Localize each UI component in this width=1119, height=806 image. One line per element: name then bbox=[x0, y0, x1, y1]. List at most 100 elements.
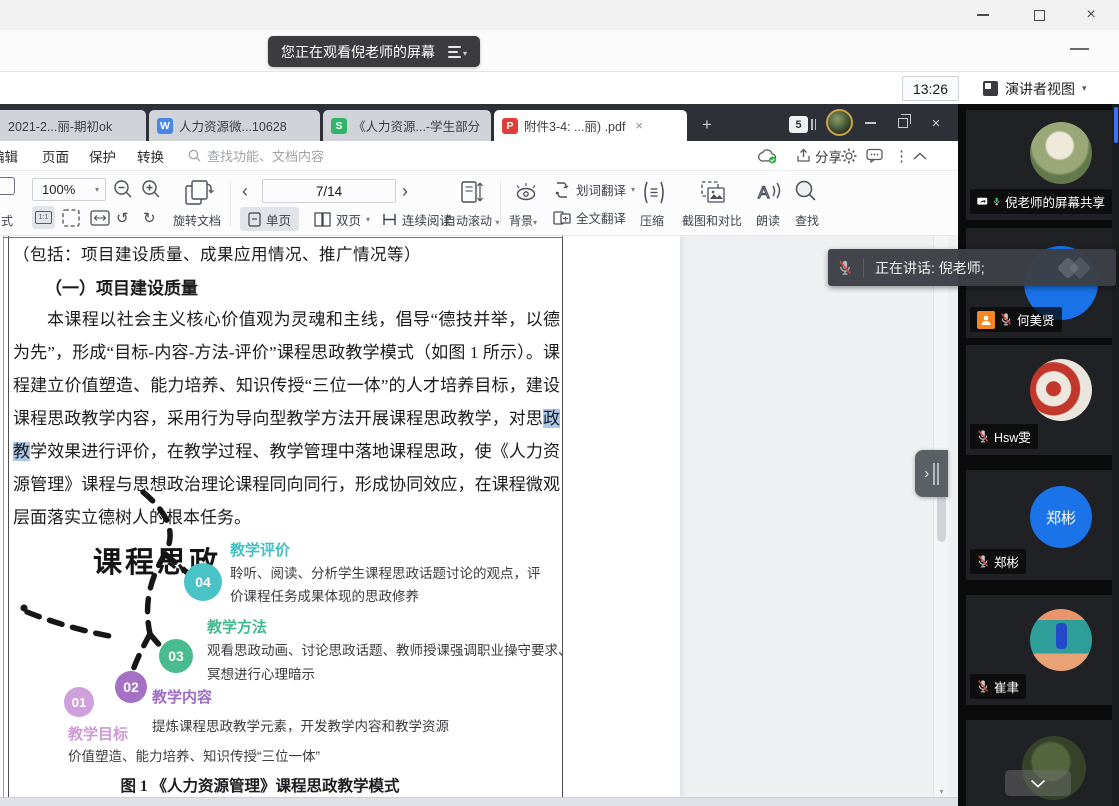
zoom-select[interactable]: 100% ▾ bbox=[32, 178, 106, 201]
doc-tab-4-active[interactable]: P 附件3-4: ...丽) .pdf × bbox=[494, 110, 687, 141]
pdf-minimize-button[interactable] bbox=[858, 111, 882, 135]
participant-tile-teacher[interactable]: 倪老师的屏幕共享 bbox=[966, 110, 1112, 220]
doc-tab-2[interactable]: W 人力资源微...10628 bbox=[149, 110, 320, 141]
single-page-button[interactable]: 单页 bbox=[240, 207, 299, 231]
double-page-icon bbox=[314, 212, 331, 227]
read-aloud-label[interactable]: 朗读 bbox=[756, 212, 780, 229]
find-icon[interactable] bbox=[794, 179, 818, 203]
pdf-window: 2021-2...丽-期初ok W 人力资源微...10628 S 《人力资源.… bbox=[0, 104, 958, 806]
compress-label[interactable]: 压缩 bbox=[640, 212, 664, 229]
tab-list-button[interactable]: 5 bbox=[789, 116, 816, 133]
screen: × 您正在观看倪老师的屏幕 ▾ 13:26 演讲者视图 ▾ 2021-2...丽 bbox=[0, 0, 1119, 806]
restore-icon bbox=[898, 118, 908, 128]
participant-name: 郑彬 bbox=[994, 552, 1019, 571]
toast-menu-button[interactable]: ▾ bbox=[448, 46, 467, 58]
rotate-document-label[interactable]: 旋转文档 bbox=[173, 212, 221, 229]
prev-page-button[interactable]: ‹ bbox=[242, 181, 248, 202]
window-minimize-button[interactable] bbox=[966, 0, 1000, 30]
one-to-one-icon: 1:1 bbox=[35, 211, 52, 224]
find-label[interactable]: 查找 bbox=[795, 212, 819, 229]
view-mode-select[interactable]: 演讲者视图 ▾ bbox=[983, 76, 1087, 101]
background-label[interactable]: 背景▾ bbox=[509, 212, 537, 229]
share-icon bbox=[796, 148, 811, 163]
meeting-watermark-logo bbox=[1058, 256, 1098, 280]
auto-scroll-label[interactable]: 自动滚动 ▾ bbox=[444, 212, 499, 229]
screen-share-icon bbox=[977, 195, 988, 208]
pdf-close-button[interactable]: × bbox=[924, 111, 948, 135]
pdf-page: （包括：项目建设质量、成果应用情况、推广情况等） （一）项目建设质量 本课程以社… bbox=[0, 236, 680, 797]
screenshot-compare-icon[interactable] bbox=[700, 180, 726, 204]
comment-icon bbox=[866, 148, 883, 163]
menu-page[interactable]: 页面 bbox=[42, 141, 69, 170]
scroll-more-participants-button[interactable] bbox=[1005, 770, 1071, 796]
more-button[interactable]: ⋮ bbox=[894, 141, 909, 170]
feedback-button[interactable] bbox=[866, 141, 883, 170]
page-indicator-input[interactable]: 7/14 bbox=[262, 179, 396, 203]
chevron-down-icon bbox=[1030, 779, 1046, 788]
diagram-desc: 提炼课程思政教学元素，开发教学内容和教学资源 bbox=[152, 715, 449, 735]
menu-convert[interactable]: 转换 bbox=[137, 141, 164, 170]
avatar bbox=[1030, 609, 1092, 671]
window-close-button[interactable]: × bbox=[1074, 0, 1108, 30]
scrollbar-down-arrow[interactable]: ▾ bbox=[934, 787, 949, 796]
gear-icon bbox=[841, 148, 857, 164]
next-page-button[interactable]: › bbox=[402, 181, 408, 202]
read-mode-icon-partial[interactable] bbox=[0, 177, 15, 195]
pdf-tabbar: 2021-2...丽-期初ok W 人力资源微...10628 S 《人力资源.… bbox=[0, 104, 958, 141]
zoom-in-button[interactable] bbox=[141, 179, 161, 199]
rotate-ccw-button[interactable]: ↺ bbox=[116, 209, 129, 227]
search-icon bbox=[188, 149, 201, 162]
zoom-out-button[interactable] bbox=[113, 179, 133, 199]
diagram-label-04: 教学评价 bbox=[230, 539, 290, 560]
auto-scroll-icon[interactable] bbox=[458, 178, 484, 207]
menu-protect[interactable]: 保护 bbox=[89, 141, 116, 170]
fit-page-button[interactable] bbox=[61, 208, 81, 228]
pdf-restore-button[interactable] bbox=[891, 111, 915, 135]
cloud-icon bbox=[757, 148, 778, 164]
writer-file-icon: W bbox=[157, 118, 173, 134]
speaking-notice-text: 正在讲话: 倪老师; bbox=[875, 258, 985, 278]
panel-expand-handle[interactable]: › bbox=[915, 450, 948, 497]
read-mode-label-partial[interactable]: 式 bbox=[1, 212, 13, 229]
tab-label: 《人力资源...-学生部分 bbox=[353, 116, 480, 135]
diagram-desc: 聆听、阅读、分析学生课程思政话题讨论的观点，评 bbox=[230, 562, 541, 582]
panel-scrollbar-thumb[interactable] bbox=[1114, 107, 1118, 143]
participant-name: Hsw雯 bbox=[994, 427, 1031, 446]
double-page-button[interactable]: 双页 ▾ bbox=[306, 207, 378, 231]
screenshot-compare-label[interactable]: 截图和对比 bbox=[682, 212, 742, 229]
settings-button[interactable] bbox=[841, 141, 857, 170]
window-maximize-button[interactable] bbox=[1022, 0, 1056, 30]
read-aloud-icon[interactable]: A bbox=[756, 179, 784, 204]
cloud-sync-button[interactable] bbox=[757, 141, 778, 170]
collapse-toolbar-button[interactable] bbox=[913, 141, 927, 170]
participant-tile-3[interactable]: Hsw雯 bbox=[966, 345, 1112, 455]
main-area: 2021-2...丽-期初ok W 人力资源微...10628 S 《人力资源.… bbox=[0, 104, 1119, 806]
new-tab-button[interactable]: + bbox=[697, 115, 717, 135]
menu-edit[interactable]: 编辑 bbox=[0, 141, 18, 170]
caret-down-icon: ▾ bbox=[366, 215, 370, 224]
participant-tile-5[interactable]: 崔聿 bbox=[966, 595, 1112, 705]
fit-width-button[interactable] bbox=[89, 208, 111, 228]
avatar bbox=[1030, 122, 1092, 184]
full-translate-button[interactable]: 全文翻译 bbox=[553, 208, 626, 227]
figure-caption: 图 1 《人力资源管理》课程思政教学模式 bbox=[0, 774, 520, 796]
search-input[interactable]: 查找功能、文档内容 bbox=[188, 141, 324, 170]
participant-label: 郑彬 bbox=[970, 549, 1026, 574]
actual-size-button[interactable]: 1:1 bbox=[32, 206, 55, 229]
word-translate-button[interactable]: 划词翻译 ▾ bbox=[553, 180, 635, 199]
toolbar-minimize-button[interactable] bbox=[1070, 48, 1089, 50]
panel-scrollbar[interactable] bbox=[1112, 104, 1119, 806]
participant-tile-6[interactable] bbox=[966, 720, 1112, 806]
tab-close-icon[interactable]: × bbox=[635, 118, 643, 133]
rotate-document-icon[interactable] bbox=[183, 178, 215, 208]
table-border bbox=[3, 237, 563, 238]
account-avatar[interactable] bbox=[826, 109, 853, 136]
participant-tile-4[interactable]: 郑彬 郑彬 bbox=[966, 470, 1112, 580]
doc-tab-3[interactable]: S 《人力资源...-学生部分 bbox=[323, 110, 491, 141]
document-scrollbar[interactable]: ▾ bbox=[933, 236, 948, 797]
share-button[interactable]: 分享 bbox=[796, 141, 842, 170]
background-icon[interactable] bbox=[512, 181, 540, 203]
doc-tab-1[interactable]: 2021-2...丽-期初ok bbox=[0, 110, 146, 141]
compress-icon[interactable] bbox=[641, 180, 667, 205]
rotate-cw-button[interactable]: ↻ bbox=[143, 209, 156, 227]
